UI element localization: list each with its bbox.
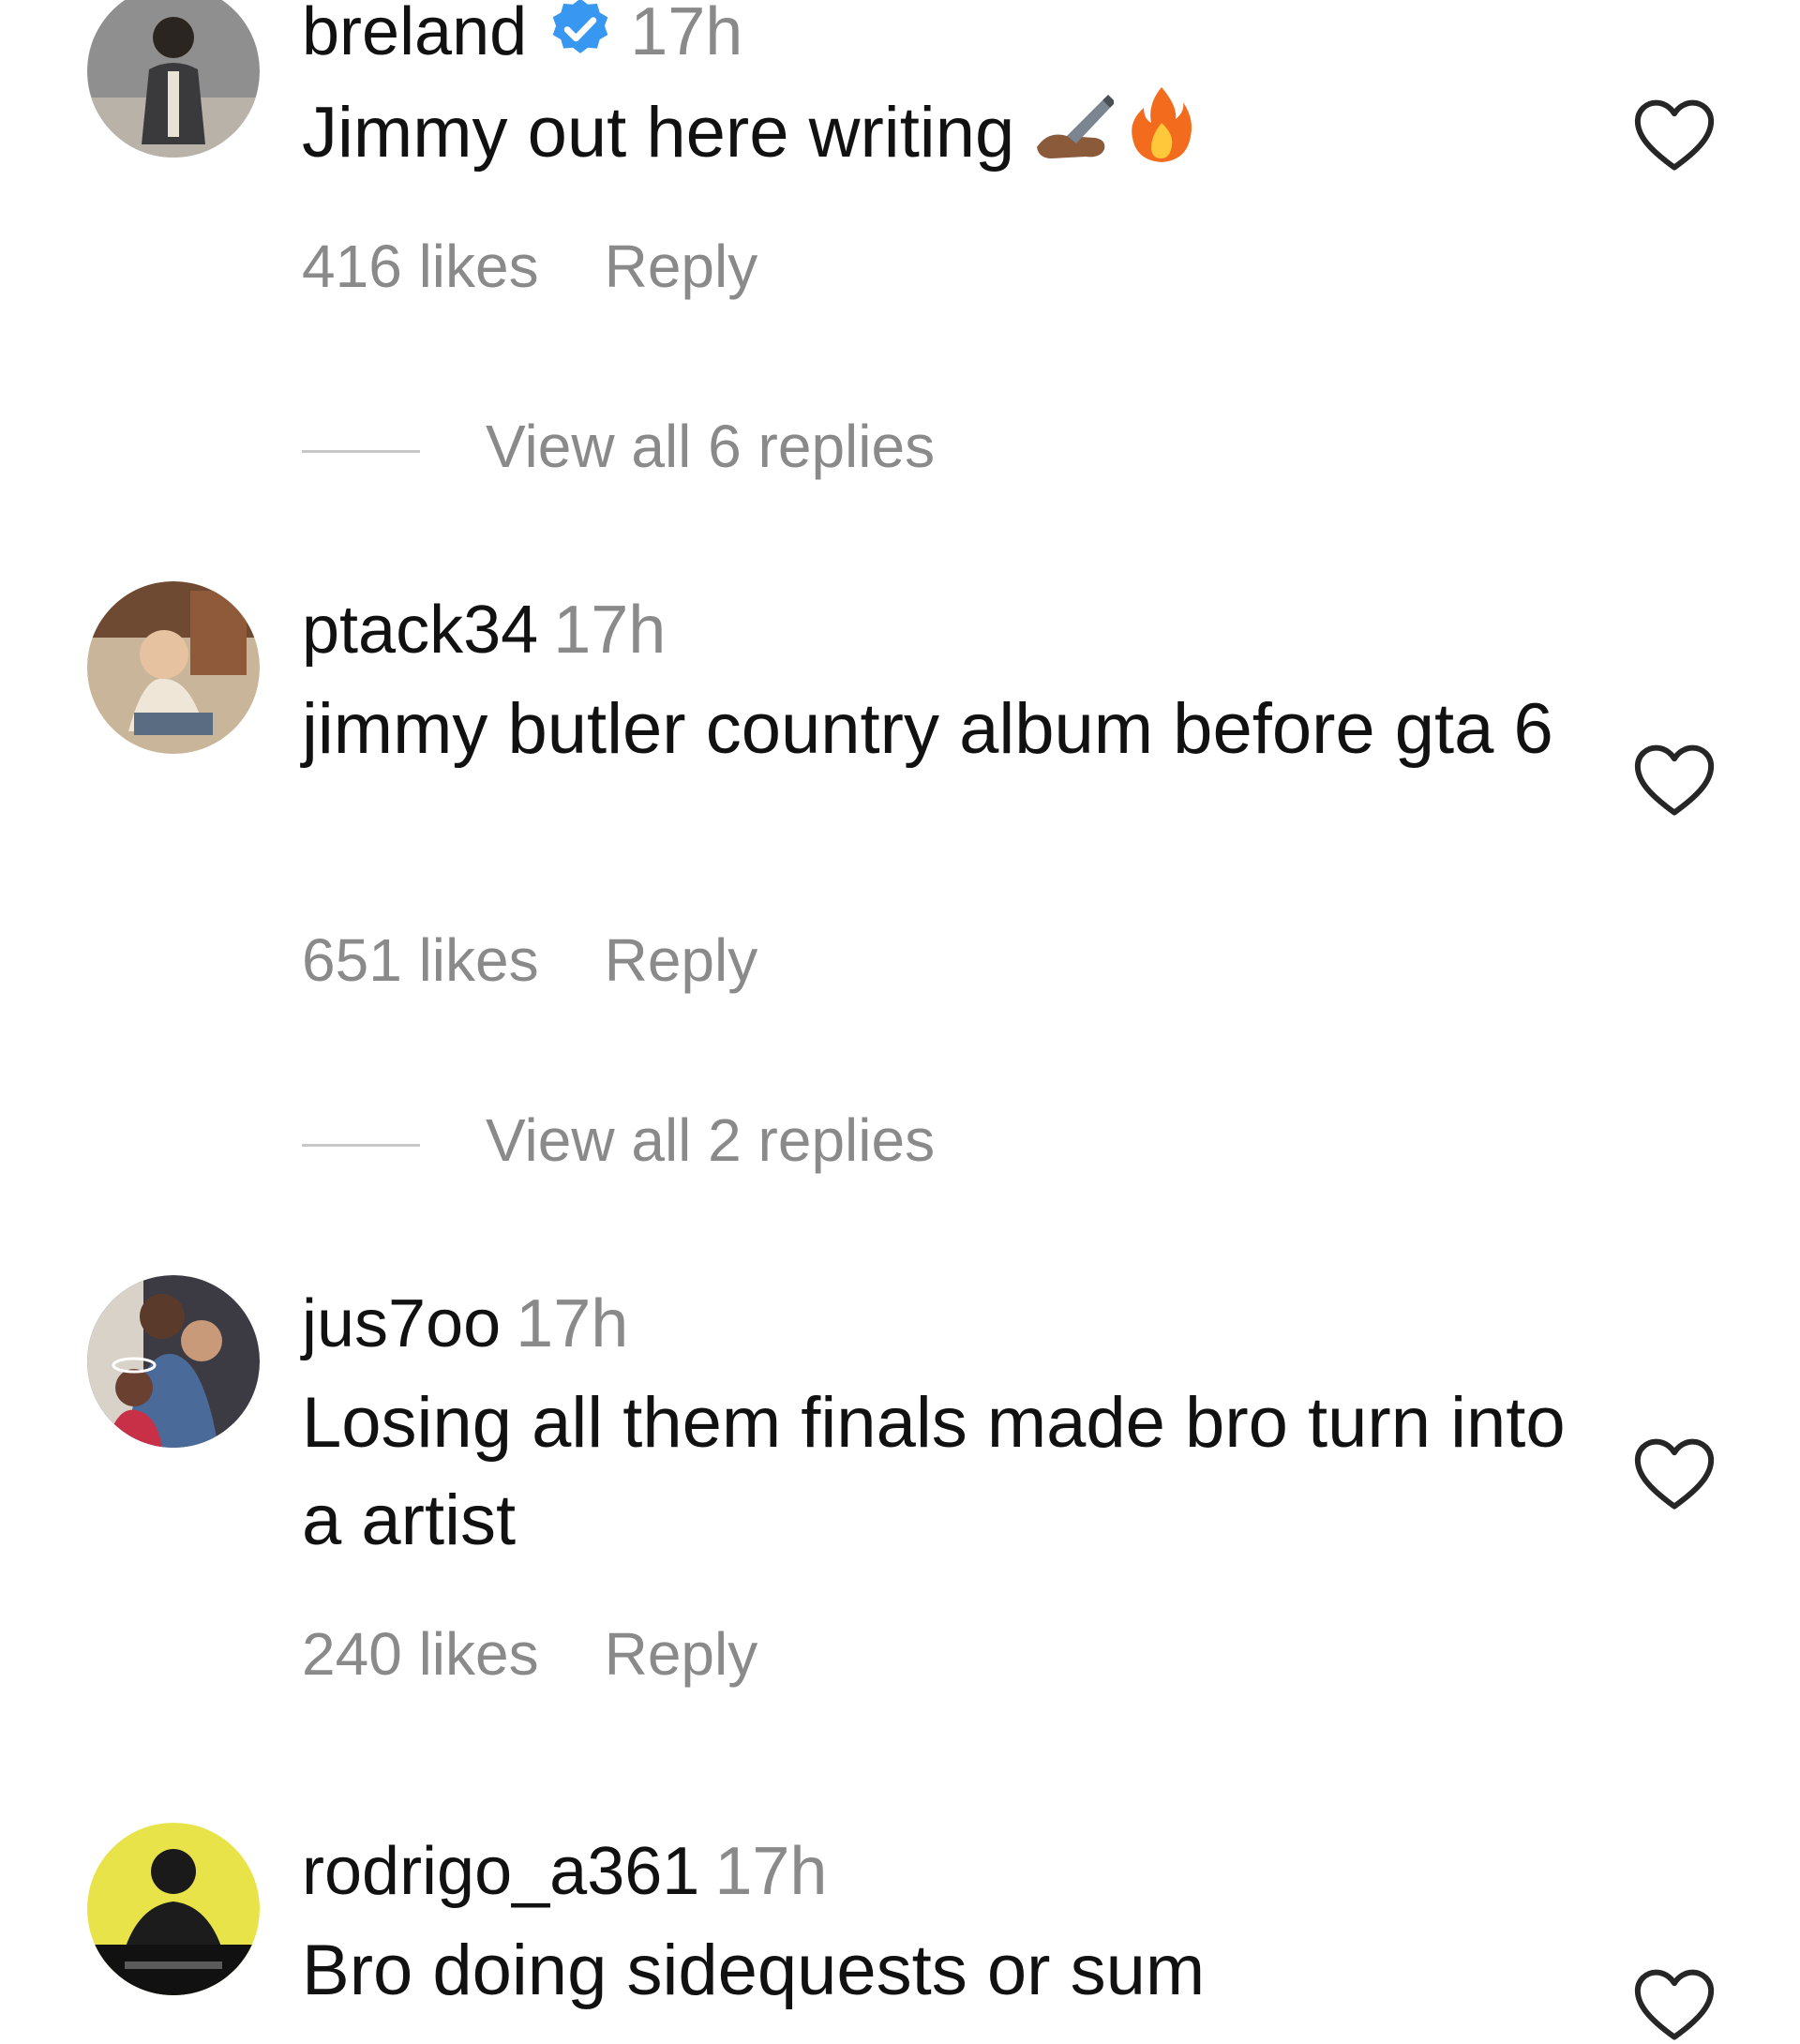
comment-text: Bro doing sidequests or sum [302, 1931, 1206, 2010]
avatar-image [87, 1823, 260, 1995]
heart-outline-icon [1634, 744, 1715, 816]
like-button[interactable] [1631, 743, 1718, 819]
comment-header: breland 17h [302, 0, 742, 71]
comment-text-row: Jimmy out here writing [302, 84, 1614, 189]
avatar[interactable] [87, 581, 260, 754]
comment-header: jus7oo 17h [302, 1285, 628, 1363]
avatar[interactable] [87, 1823, 260, 1995]
fire-icon [1129, 85, 1194, 189]
avatar[interactable] [87, 0, 260, 158]
comment-text: jimmy butler country album before gta 6 [302, 689, 1553, 769]
replies-divider [302, 449, 420, 453]
comment-text: Jimmy out here writing [302, 93, 1015, 173]
comment-text: Losing all them finals made bro turn int… [302, 1383, 1566, 1560]
heart-outline-icon [1634, 1969, 1715, 2040]
avatar-image [87, 1275, 260, 1448]
like-button[interactable] [1631, 1436, 1718, 1513]
view-replies-label: View all 6 replies [486, 413, 936, 480]
comment-time: 17h [553, 593, 667, 668]
comment-meta: 240 likes Reply [302, 1616, 758, 1691]
username[interactable]: jus7oo [302, 1286, 501, 1361]
likes-count[interactable]: 416 likes [302, 233, 539, 300]
likes-count[interactable]: 651 likes [302, 926, 539, 994]
avatar-image [87, 0, 260, 158]
reply-button[interactable]: Reply [605, 926, 758, 994]
like-button[interactable] [1631, 98, 1718, 174]
comment-time: 17h [630, 0, 743, 69]
replies-divider [302, 1143, 420, 1147]
username[interactable]: rodrigo_a361 [302, 1834, 699, 1909]
comment-time: 17h [714, 1834, 828, 1909]
view-replies-button[interactable]: View all 2 replies [302, 1103, 935, 1178]
comment-header: ptack34 17h [302, 591, 666, 669]
username[interactable]: breland [302, 0, 527, 69]
reply-button[interactable]: Reply [605, 1620, 758, 1688]
view-replies-label: View all 2 replies [486, 1106, 936, 1174]
verified-badge-icon [546, 0, 615, 64]
comment-header: rodrigo_a361 17h [302, 1832, 827, 1911]
view-replies-button[interactable]: View all 6 replies [302, 409, 935, 484]
heart-outline-icon [1634, 99, 1715, 171]
username[interactable]: ptack34 [302, 593, 538, 668]
heart-outline-icon [1634, 1438, 1715, 1510]
like-button[interactable] [1631, 1967, 1718, 2044]
reply-button[interactable]: Reply [605, 233, 758, 300]
likes-count[interactable]: 240 likes [302, 1620, 539, 1688]
writing-hand-icon [1029, 89, 1117, 189]
comment-meta: 651 likes Reply [302, 923, 758, 998]
comment-meta: 416 likes Reply [302, 229, 758, 304]
avatar-image [87, 581, 260, 754]
avatar[interactable] [87, 1275, 260, 1448]
comment-time: 17h [516, 1286, 629, 1361]
